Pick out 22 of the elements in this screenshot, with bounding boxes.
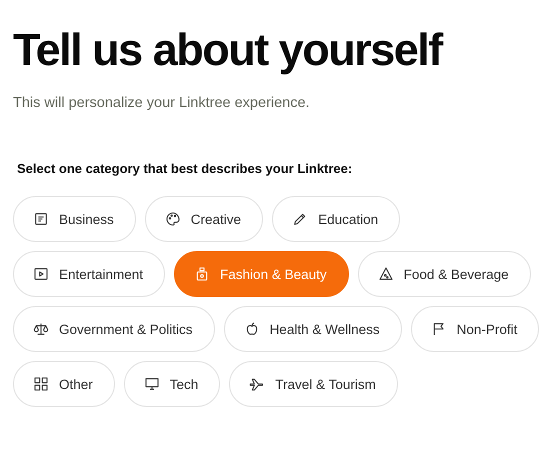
document-icon xyxy=(33,211,49,227)
category-prompt: Select one category that best describes your Linktree: xyxy=(17,161,354,176)
category-chip[interactable]: Business xyxy=(13,196,136,242)
category-chip[interactable]: Entertainment xyxy=(13,251,166,297)
category-chip[interactable]: Other xyxy=(13,361,115,407)
grid-icon xyxy=(33,376,49,392)
airplane-icon xyxy=(249,376,266,392)
play-icon xyxy=(33,266,49,282)
category-chip[interactable]: Non-Profit xyxy=(410,306,540,352)
page-title: Tell us about yourself xyxy=(13,23,444,77)
category-chip[interactable]: Travel & Tourism xyxy=(229,361,398,407)
category-chip[interactable]: Education xyxy=(272,196,400,242)
pizza-slice-icon xyxy=(378,266,394,282)
category-chip[interactable]: Tech xyxy=(124,361,220,407)
scales-icon xyxy=(33,321,49,337)
monitor-icon xyxy=(144,376,160,392)
category-chip[interactable]: Government & Politics xyxy=(13,306,215,352)
palette-icon xyxy=(164,211,181,227)
category-chip[interactable]: Health & Wellness xyxy=(224,306,402,352)
subtitle: This will personalize your Linktree experience. xyxy=(13,95,311,111)
category-chip[interactable]: Creative xyxy=(144,196,264,242)
category-chip[interactable]: Food & Beverage xyxy=(358,251,531,297)
